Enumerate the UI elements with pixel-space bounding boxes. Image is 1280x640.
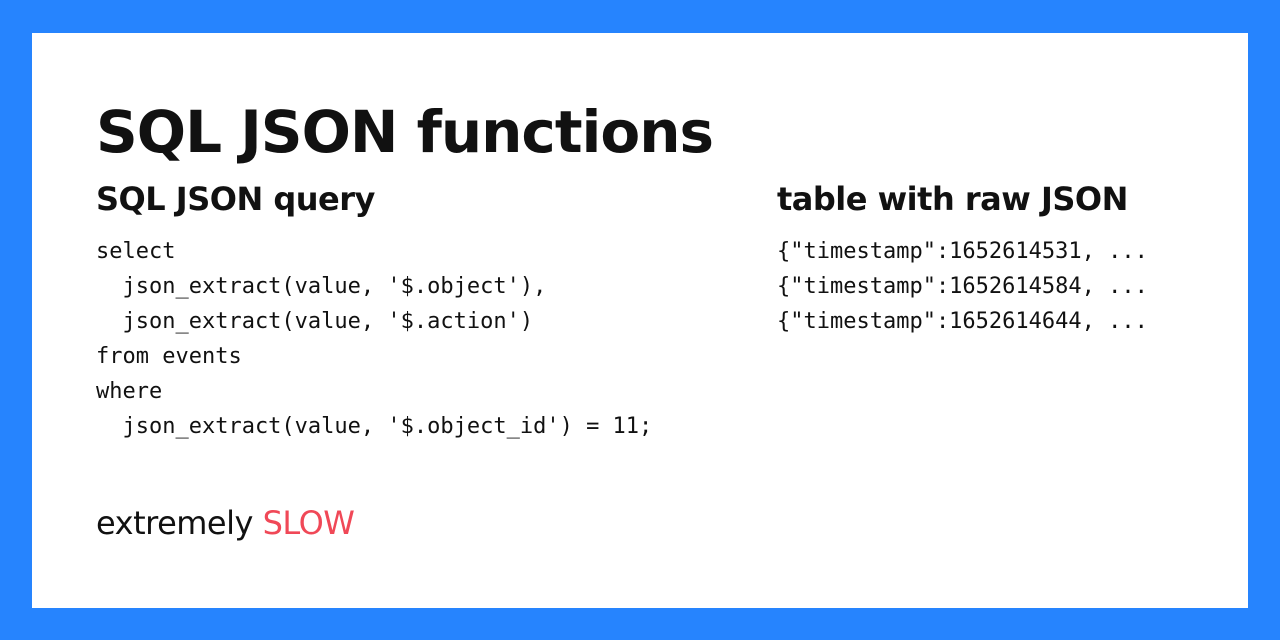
query-line: json_extract(value, '$.object'), <box>96 274 547 299</box>
json-row: {"timestamp":1652614584, ... <box>777 274 1148 299</box>
slow-emphasis: SLOW <box>262 504 355 542</box>
slide-title: SQL JSON functions <box>96 98 714 166</box>
query-heading: SQL JSON query <box>96 180 375 218</box>
footer-note: extremely SLOW <box>96 504 355 542</box>
json-row: {"timestamp":1652614531, ... <box>777 239 1148 264</box>
query-line: from events <box>96 344 242 369</box>
slide-card: SQL JSON functions SQL JSON query table … <box>32 33 1248 608</box>
slide-frame: SQL JSON functions SQL JSON query table … <box>0 0 1280 640</box>
sql-query-code: select json_extract(value, '$.object'), … <box>96 234 652 444</box>
table-heading: table with raw JSON <box>777 180 1128 218</box>
json-row: {"timestamp":1652614644, ... <box>777 309 1148 334</box>
query-line: where <box>96 379 163 404</box>
footer-prefix: extremely <box>96 504 253 542</box>
query-line: select <box>96 239 176 264</box>
raw-json-rows: {"timestamp":1652614531, ... {"timestamp"… <box>777 234 1148 339</box>
query-line: json_extract(value, '$.action') <box>96 309 534 334</box>
query-line: json_extract(value, '$.object_id') = 11; <box>96 414 653 439</box>
